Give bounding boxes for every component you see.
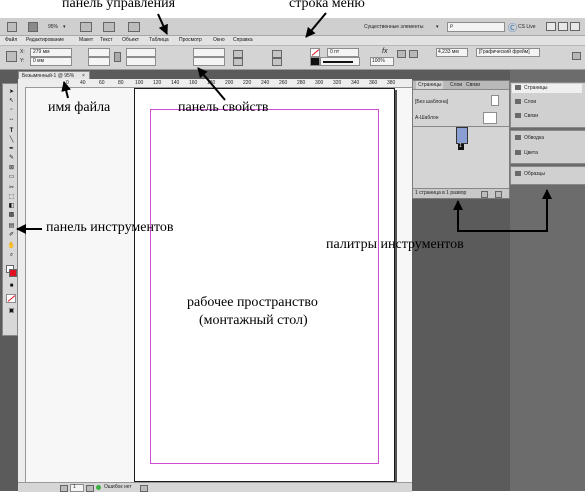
arrow-tool-palettes-bracket bbox=[457, 196, 548, 232]
annotation-arrows bbox=[16, 12, 552, 234]
arrow-control-panel bbox=[157, 13, 168, 35]
arrow-file-name bbox=[61, 81, 72, 99]
arrow-properties-panel bbox=[197, 67, 226, 101]
arrow-menu-bar bbox=[305, 12, 327, 38]
